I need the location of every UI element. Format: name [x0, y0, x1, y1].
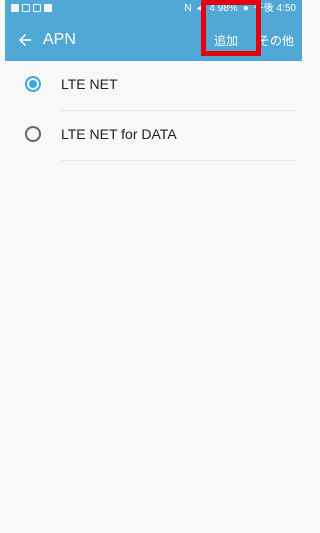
- app-icon: [33, 4, 41, 12]
- more-button[interactable]: その他: [256, 30, 296, 50]
- battery-icon: ●: [242, 3, 249, 14]
- apn-list: LTE NET LTE NET for DATA: [5, 61, 302, 161]
- battery-text: 4 98%: [209, 3, 238, 14]
- radio-button-selected[interactable]: [25, 76, 41, 92]
- mute-icon: ◀: [196, 3, 205, 14]
- status-left-icons: [11, 4, 52, 12]
- screen: N ◀ 4 98% ● 午後 4:50 APN 追加 その他 LTE NET L…: [5, 0, 302, 533]
- app-toolbar: APN 追加 その他: [5, 19, 302, 61]
- divider: [61, 160, 296, 161]
- back-arrow-icon: [19, 34, 31, 46]
- apn-label: LTE NET for DATA: [61, 126, 177, 142]
- apn-item-lte-net[interactable]: LTE NET: [5, 61, 302, 111]
- status-bar: N ◀ 4 98% ● 午後 4:50: [5, 0, 302, 19]
- apn-item-lte-net-for-data[interactable]: LTE NET for DATA: [5, 111, 302, 161]
- message-icon: [22, 4, 30, 12]
- status-right: N ◀ 4 98% ● 午後 4:50: [184, 3, 296, 15]
- notification-icon-2: [44, 4, 52, 12]
- radio-button[interactable]: [25, 126, 41, 142]
- nfc-icon: N: [184, 3, 192, 14]
- page-title: APN: [43, 31, 76, 48]
- add-button[interactable]: 追加: [201, 30, 251, 50]
- apn-label: LTE NET: [61, 76, 118, 92]
- notification-icon: [11, 4, 19, 12]
- clock-text: 午後 4:50: [253, 3, 296, 14]
- back-button[interactable]: [13, 28, 37, 52]
